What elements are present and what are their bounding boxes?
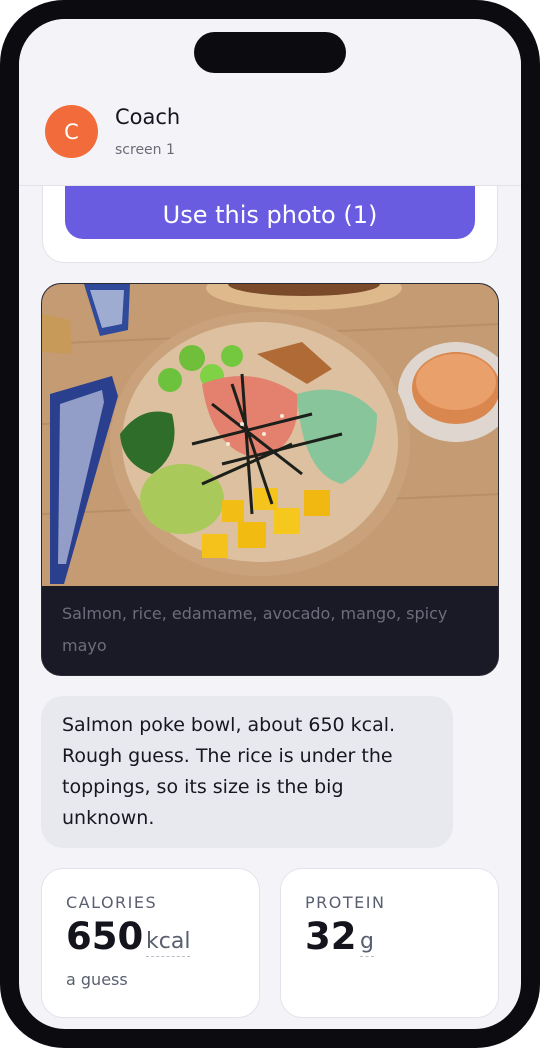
- meal-photo-card[interactable]: Salmon, rice, edamame, avocado, mango, s…: [41, 283, 499, 676]
- protein-unit: g: [360, 929, 374, 957]
- dynamic-island: [194, 32, 346, 73]
- app-screen: C Coach screen 1 Use this photo (1) Salm…: [19, 19, 521, 1029]
- protein-label: PROTEIN: [305, 893, 386, 912]
- calories-label: CALORIES: [66, 893, 158, 912]
- coach-message: Salmon poke bowl, about 650 kcal. Rough …: [41, 696, 453, 848]
- calories-note: a guess: [66, 970, 128, 989]
- phone-frame: C Coach screen 1 Use this photo (1) Salm…: [0, 0, 540, 1048]
- calories-card[interactable]: CALORIES 650 kcal a guess: [41, 868, 260, 1018]
- protein-card[interactable]: PROTEIN 32 g: [280, 868, 499, 1018]
- coach-name: Coach: [115, 105, 181, 129]
- calories-value: 650: [66, 915, 144, 958]
- screen-label: screen 1: [115, 142, 175, 158]
- protein-value: 32: [305, 915, 357, 958]
- meal-photo: [42, 284, 498, 586]
- calories-unit: kcal: [146, 929, 191, 957]
- photo-caption: Salmon, rice, edamame, avocado, mango, s…: [62, 604, 448, 655]
- avatar[interactable]: C: [45, 105, 98, 158]
